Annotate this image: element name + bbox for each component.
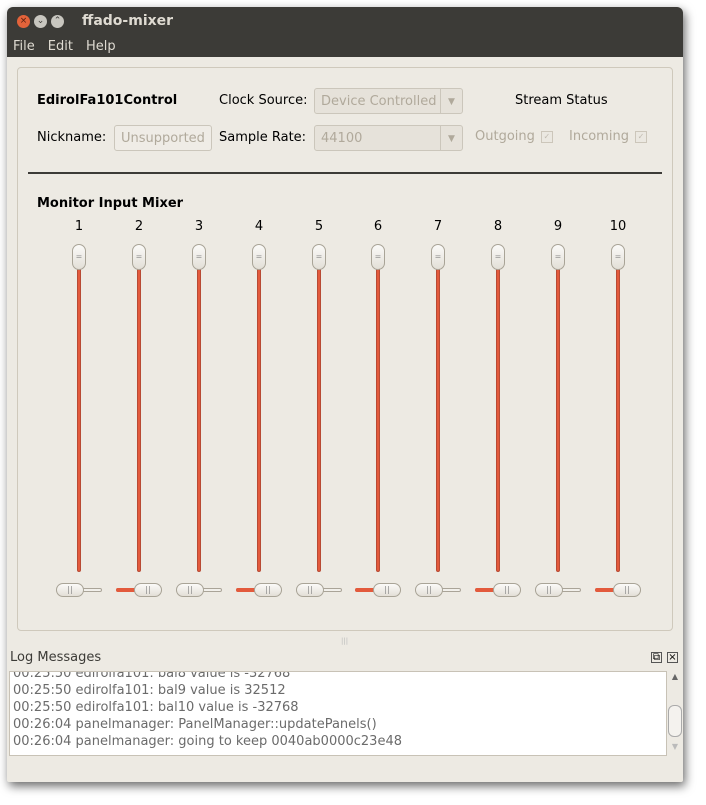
- volume-slider-handle[interactable]: =: [371, 244, 385, 270]
- menu-help[interactable]: Help: [86, 39, 116, 54]
- log-line: 00:25:50 edirolfa101: bal9 value is 3251…: [13, 683, 286, 698]
- channel-label: 2: [134, 219, 144, 234]
- log-scrollbar[interactable]: ▲ ▼: [667, 672, 683, 755]
- balance-slider-handle[interactable]: ||: [254, 583, 282, 597]
- scroll-thumb[interactable]: [668, 705, 682, 737]
- channel-label: 6: [373, 219, 383, 234]
- divider: [28, 172, 662, 174]
- volume-track[interactable]: [436, 262, 440, 572]
- splitter-handle[interactable]: |||: [341, 637, 348, 645]
- channel-label: 7: [433, 219, 443, 234]
- balance-slider-handle[interactable]: ||: [176, 583, 204, 597]
- balance-slider-handle[interactable]: ||: [535, 583, 563, 597]
- device-name: EdirolFa101Control: [37, 93, 178, 108]
- nickname-input[interactable]: Unsupported: [114, 125, 212, 151]
- title-bar: × ⌄ ⌃ ffado-mixer: [7, 7, 683, 35]
- incoming-checkbox[interactable]: Incoming ✓: [569, 129, 647, 144]
- volume-track[interactable]: [137, 262, 141, 572]
- scroll-up-icon[interactable]: ▲: [667, 672, 683, 681]
- outgoing-label: Outgoing: [475, 129, 535, 144]
- maximize-window-button[interactable]: ⌃: [51, 14, 64, 28]
- nickname-label: Nickname:: [37, 130, 107, 145]
- volume-slider-handle[interactable]: =: [132, 244, 146, 270]
- menu-file[interactable]: File: [13, 39, 35, 54]
- stream-status-label: Stream Status: [515, 93, 608, 108]
- volume-track[interactable]: [317, 262, 321, 572]
- log-line: 00:26:04 panelmanager: going to keep 004…: [13, 734, 402, 749]
- sample-rate-label: Sample Rate:: [219, 130, 307, 145]
- clock-source-value: Device Controlled: [321, 94, 437, 109]
- volume-track[interactable]: [556, 262, 560, 572]
- volume-track[interactable]: [197, 262, 201, 572]
- check-icon: ✓: [634, 130, 647, 143]
- log-text-area[interactable]: 00:25:50 edirolfa101: bal8 value is -327…: [9, 671, 667, 756]
- scroll-down-icon[interactable]: ▼: [667, 742, 683, 751]
- window-title: ffado-mixer: [82, 13, 174, 29]
- log-line: 00:25:50 edirolfa101: bal8 value is -327…: [13, 671, 291, 681]
- channel-label: 1: [74, 219, 84, 234]
- balance-slider-handle[interactable]: ||: [296, 583, 324, 597]
- channel-label: 10: [609, 219, 627, 234]
- volume-slider-handle[interactable]: =: [192, 244, 206, 270]
- balance-slider-handle[interactable]: ||: [415, 583, 443, 597]
- channel-label: 3: [194, 219, 204, 234]
- volume-slider-handle[interactable]: =: [611, 244, 625, 270]
- channel-label: 8: [493, 219, 503, 234]
- volume-track[interactable]: [496, 262, 500, 572]
- channel-label: 4: [254, 219, 264, 234]
- sample-rate-value: 44100: [321, 131, 363, 146]
- volume-slider-handle[interactable]: =: [431, 244, 445, 270]
- check-icon: ✓: [540, 130, 553, 143]
- channel-label: 5: [314, 219, 324, 234]
- volume-slider-handle[interactable]: =: [551, 244, 565, 270]
- volume-slider-handle[interactable]: =: [312, 244, 326, 270]
- volume-slider-handle[interactable]: =: [72, 244, 86, 270]
- outgoing-checkbox[interactable]: Outgoing ✓: [475, 129, 553, 144]
- balance-slider-handle[interactable]: ||: [134, 583, 162, 597]
- sample-rate-select[interactable]: 44100 ▼: [314, 125, 463, 151]
- log-line: 00:25:50 edirolfa101: bal10 value is -32…: [13, 700, 299, 715]
- volume-slider-handle[interactable]: =: [491, 244, 505, 270]
- close-window-button[interactable]: ×: [17, 14, 30, 28]
- clock-source-label: Clock Source:: [219, 93, 308, 108]
- channel-label: 9: [553, 219, 563, 234]
- chevron-down-icon: ▼: [440, 89, 462, 113]
- menu-edit[interactable]: Edit: [48, 39, 73, 54]
- volume-track[interactable]: [77, 262, 81, 572]
- volume-slider-handle[interactable]: =: [252, 244, 266, 270]
- volume-track[interactable]: [257, 262, 261, 572]
- balance-slider-handle[interactable]: ||: [613, 583, 641, 597]
- balance-slider-handle[interactable]: ||: [56, 583, 84, 597]
- close-dock-icon[interactable]: ×: [667, 652, 678, 663]
- chevron-down-icon: ▼: [440, 126, 462, 150]
- volume-track[interactable]: [616, 262, 620, 572]
- balance-slider-handle[interactable]: ||: [493, 583, 521, 597]
- incoming-label: Incoming: [569, 129, 629, 144]
- balance-slider-handle[interactable]: ||: [373, 583, 401, 597]
- menu-bar: File Edit Help: [7, 35, 683, 57]
- float-dock-icon[interactable]: ⧉: [651, 652, 662, 663]
- mixer-title: Monitor Input Mixer: [37, 196, 184, 211]
- volume-track[interactable]: [376, 262, 380, 572]
- log-line: 00:26:04 panelmanager: PanelManager::upd…: [13, 717, 377, 732]
- log-title: Log Messages: [10, 650, 102, 665]
- minimize-window-button[interactable]: ⌄: [34, 14, 47, 28]
- clock-source-select[interactable]: Device Controlled ▼: [314, 88, 463, 114]
